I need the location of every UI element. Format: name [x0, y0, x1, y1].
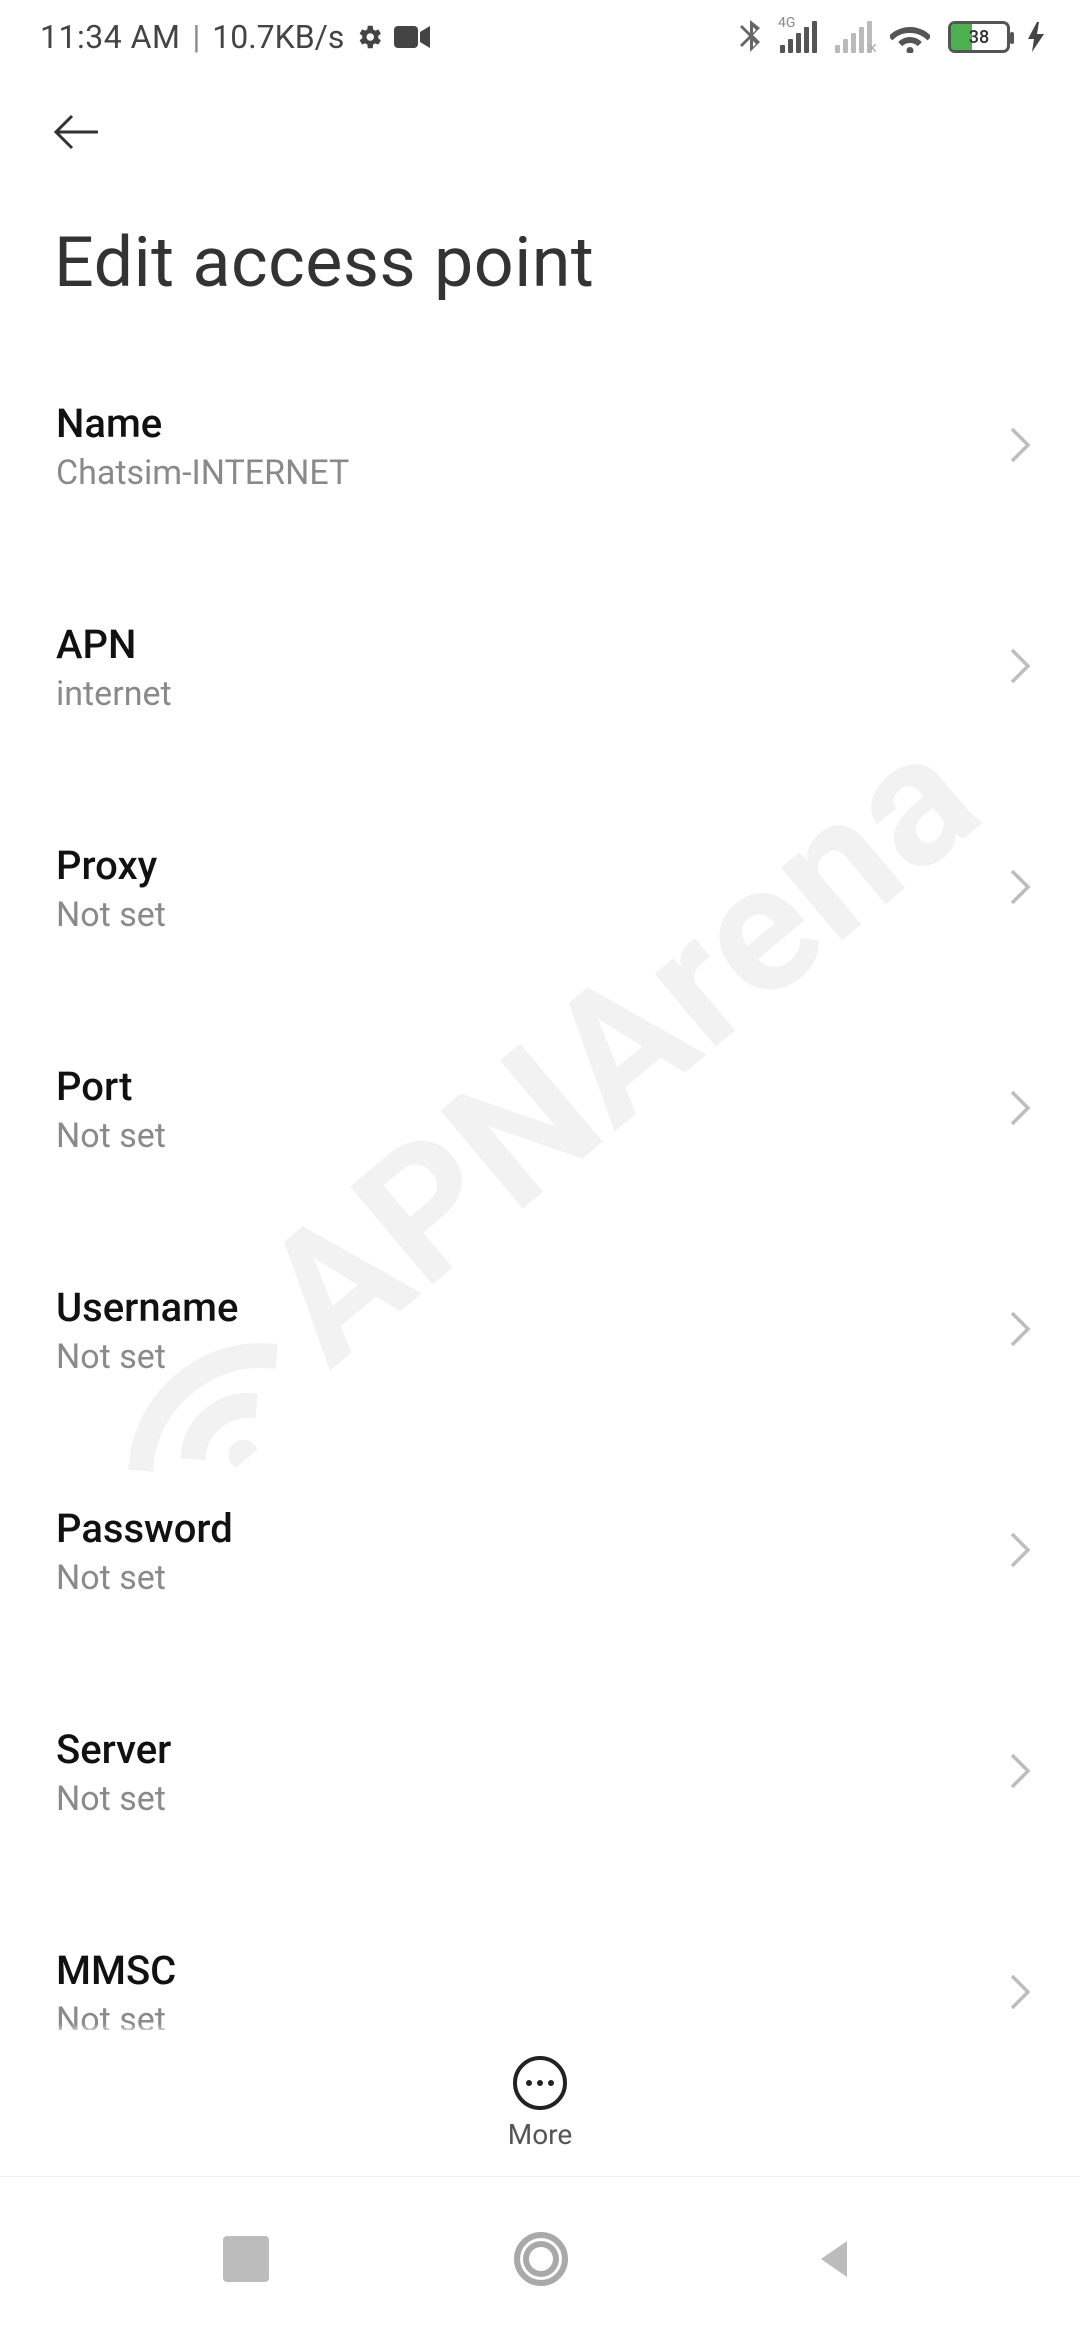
nav-home-button[interactable] — [514, 2232, 568, 2286]
chevron-right-icon — [1008, 425, 1034, 469]
setting-value: Not set — [56, 1116, 984, 1156]
chevron-right-icon — [1008, 1088, 1034, 1132]
setting-value: Not set — [56, 1779, 984, 1819]
video-icon — [394, 24, 430, 50]
setting-value: internet — [56, 674, 984, 714]
chevron-right-icon — [1008, 1309, 1034, 1353]
page-title: Edit access point — [0, 164, 1080, 324]
signal-sim1: 4G — [780, 21, 817, 53]
setting-row-mmsc[interactable]: MMSC Not set — [0, 1911, 1080, 2030]
signal-sim2: ✕ — [835, 21, 872, 53]
status-separator: | — [192, 18, 200, 56]
status-bar: 11:34 AM | 10.7KB/s 4G ✕ — [0, 0, 1080, 74]
setting-label: APN — [56, 621, 984, 668]
status-right: 4G ✕ 38 — [738, 20, 1044, 54]
setting-label: Password — [56, 1505, 984, 1552]
more-button[interactable]: More — [508, 2056, 573, 2151]
setting-row-apn[interactable]: APN internet — [0, 585, 1080, 750]
setting-label: Username — [56, 1284, 984, 1331]
settings-list: Name Chatsim-INTERNET APN internet Proxy… — [0, 324, 1080, 2030]
setting-label: MMSC — [56, 1947, 984, 1994]
setting-label: Proxy — [56, 842, 984, 889]
more-label: More — [508, 2118, 573, 2151]
bluetooth-icon — [738, 20, 762, 54]
header-row — [0, 74, 1080, 164]
status-left: 11:34 AM | 10.7KB/s — [40, 18, 430, 56]
more-icon — [513, 2056, 567, 2110]
back-button[interactable] — [48, 104, 104, 160]
nav-recent-button[interactable] — [223, 2236, 269, 2282]
setting-row-name[interactable]: Name Chatsim-INTERNET — [0, 364, 1080, 529]
wifi-icon — [890, 21, 930, 53]
setting-label: Name — [56, 400, 984, 447]
setting-row-server[interactable]: Server Not set — [0, 1690, 1080, 1855]
battery-indicator: 38 — [948, 21, 1010, 53]
signal-no-service-icon: ✕ — [866, 41, 878, 57]
chevron-right-icon — [1008, 1530, 1034, 1574]
nav-back-button[interactable] — [813, 2237, 857, 2281]
setting-value: Not set — [56, 1337, 984, 1377]
signal-gen-label: 4G — [778, 15, 795, 31]
setting-row-password[interactable]: Password Not set — [0, 1469, 1080, 1634]
setting-row-username[interactable]: Username Not set — [0, 1248, 1080, 1413]
setting-value: Chatsim-INTERNET — [56, 453, 984, 493]
setting-row-proxy[interactable]: Proxy Not set — [0, 806, 1080, 971]
chevron-right-icon — [1008, 1972, 1034, 2016]
setting-label: Server — [56, 1726, 984, 1773]
chevron-right-icon — [1008, 867, 1034, 911]
status-time: 11:34 AM — [40, 18, 180, 56]
setting-row-port[interactable]: Port Not set — [0, 1027, 1080, 1192]
setting-value: Not set — [56, 895, 984, 935]
battery-percent: 38 — [951, 27, 1007, 48]
navigation-bar — [0, 2176, 1080, 2340]
chevron-right-icon — [1008, 646, 1034, 690]
status-data-rate: 10.7KB/s — [212, 18, 344, 56]
setting-label: Port — [56, 1063, 984, 1110]
content-area: Edit access point Name Chatsim-INTERNET … — [0, 74, 1080, 2030]
setting-value: Not set — [56, 1558, 984, 1598]
bottom-action-bar: More — [0, 2030, 1080, 2176]
charging-icon — [1028, 22, 1044, 52]
chevron-right-icon — [1008, 1751, 1034, 1795]
gear-icon — [354, 22, 384, 52]
